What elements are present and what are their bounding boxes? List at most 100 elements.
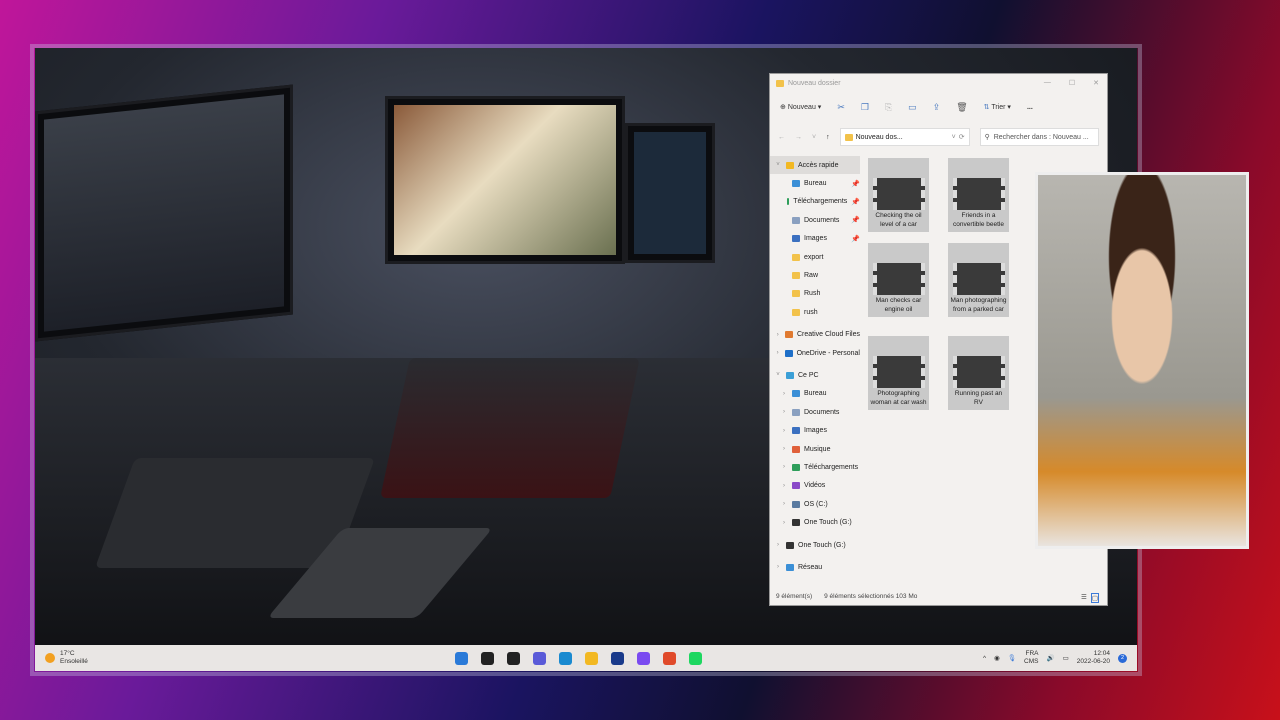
back-icon[interactable]: ← [778, 134, 785, 141]
chevron-right-icon[interactable]: › [780, 446, 788, 452]
video-thumbnail [872, 263, 925, 295]
nav-item[interactable]: export [770, 248, 860, 266]
messenger-icon[interactable] [637, 651, 650, 665]
refresh-icon[interactable]: ⟳ [959, 133, 965, 141]
chevron-right-icon[interactable]: › [780, 483, 788, 489]
nav-label: Documents [804, 408, 840, 416]
mic-icon[interactable]: 🎙 [1008, 654, 1016, 662]
file-tile[interactable]: Man photographing from a parked car [948, 243, 1009, 317]
nav-item[interactable]: › Bureau [770, 385, 860, 403]
nav-item[interactable]: › Images [770, 421, 860, 439]
search-icon[interactable] [481, 651, 494, 665]
weather-widget[interactable]: 17°C Ensoleillé [35, 650, 455, 666]
nav-item[interactable]: › Documents [770, 403, 860, 421]
close-button[interactable]: ✕ [1093, 79, 1099, 87]
navigation-pane[interactable]: ˅ Accès rapide Bureau 📌 Téléchargements 📌 Docu… [770, 156, 860, 591]
delete-icon[interactable]: 🗑 [956, 102, 967, 113]
file-name: Man photographing from a parked car [950, 297, 1007, 313]
up-icon[interactable]: ↑ [826, 134, 830, 141]
file-tile[interactable]: Man checks car engine oil [868, 243, 929, 317]
nav-label: Images [804, 235, 827, 243]
file-tile[interactable]: Photographing woman at car wash [868, 336, 929, 410]
nav-label: One Touch (G:) [798, 541, 846, 549]
tray-overflow-icon[interactable]: ^ [983, 655, 986, 662]
address-bar[interactable]: Nouveau dos... ˅ ⟳ [839, 128, 970, 146]
chevron-right-icon[interactable]: › [780, 520, 788, 526]
window-title: Nouveau dossier [788, 79, 841, 87]
sort-button[interactable]: ⇅ Trier ▾ [984, 103, 1011, 111]
nav-item[interactable]: › OS (C:) [770, 495, 860, 513]
paste-icon[interactable]: ⎘ [885, 102, 892, 113]
store-icon[interactable] [611, 651, 624, 665]
item-count: 9 élément(s) [776, 593, 813, 600]
clock[interactable]: 12:04 2022-06-20 [1077, 650, 1110, 666]
brave-icon[interactable] [663, 651, 676, 665]
spotify-icon[interactable] [689, 651, 702, 665]
nav-item[interactable]: ˅ Ce PC [770, 366, 860, 384]
nav-item[interactable]: Raw [770, 266, 860, 284]
wifi-icon[interactable]: ◉ [994, 654, 1000, 662]
folder-icon [792, 180, 800, 188]
language-indicator[interactable]: FRA CMS [1024, 650, 1038, 666]
start-icon[interactable] [455, 651, 468, 665]
battery-icon[interactable]: ▭ [1063, 654, 1069, 662]
nav-item[interactable]: › Réseau [770, 558, 860, 576]
recent-chevron-icon[interactable]: ˅ [812, 134, 816, 141]
tiles-view-icon[interactable]: ▢ [1090, 593, 1099, 603]
nav-item[interactable]: Rush [770, 285, 860, 303]
chevron-right-icon[interactable]: › [774, 350, 781, 356]
nav-item[interactable]: › Vidéos [770, 477, 860, 495]
nav-item[interactable]: › Téléchargements [770, 458, 860, 476]
nav-item[interactable]: Documents 📌 [770, 211, 860, 229]
chevron-right-icon[interactable]: › [774, 332, 781, 338]
chevron-right-icon[interactable]: › [780, 464, 788, 470]
chevron-down-icon[interactable]: ˅ [774, 372, 782, 378]
chevron-right-icon[interactable]: › [780, 409, 788, 415]
chat-icon[interactable] [533, 651, 546, 665]
cut-icon[interactable]: ✂ [837, 102, 845, 113]
rename-icon[interactable]: ▭ [908, 102, 917, 113]
new-label: Nouveau [787, 104, 816, 111]
nav-item[interactable]: › OneDrive - Personal [770, 344, 860, 362]
time: 12:04 [1093, 650, 1110, 657]
file-tile[interactable]: Checking the oil level of a car [868, 158, 929, 232]
folder-icon [792, 463, 800, 471]
chevron-right-icon[interactable]: › [780, 501, 788, 507]
edge-icon[interactable] [559, 651, 572, 665]
nav-item[interactable]: Téléchargements 📌 [770, 193, 860, 211]
forward-icon[interactable]: → [795, 134, 802, 141]
folder-icon [792, 308, 800, 316]
file-tile[interactable]: Friends in a convertible beetle [948, 158, 1009, 232]
chevron-right-icon[interactable]: › [780, 391, 788, 397]
notification-badge[interactable]: 2 [1118, 653, 1127, 663]
nav-item[interactable]: › Musique [770, 440, 860, 458]
chevron-right-icon[interactable]: › [780, 428, 788, 434]
nav-item[interactable]: Images 📌 [770, 230, 860, 248]
folder-icon [792, 253, 800, 261]
nav-item[interactable]: ˅ Accès rapide [770, 156, 860, 175]
nav-label: Vidéos [804, 482, 826, 490]
search-input[interactable]: ⚲ Rechercher dans : Nouveau ... [979, 128, 1099, 146]
nav-item[interactable]: › One Touch (G:) [770, 513, 860, 531]
chevron-right-icon[interactable]: › [774, 564, 782, 570]
chevron-right-icon[interactable]: › [774, 542, 782, 548]
nav-item[interactable]: › Creative Cloud Files [770, 326, 860, 344]
chevron-down-icon[interactable]: ˅ [774, 162, 782, 168]
copy-icon[interactable]: ❐ [861, 102, 869, 113]
maximize-button[interactable]: ☐ [1069, 79, 1075, 87]
minimize-button[interactable]: — [1044, 79, 1051, 87]
volume-icon[interactable]: 🔊 [1047, 654, 1055, 662]
file-tile[interactable]: Running past an RV [948, 336, 1009, 410]
chevron-down-icon[interactable]: ˅ [952, 134, 956, 141]
new-button[interactable]: ⊕ Nouveau ▾ [780, 103, 821, 111]
details-view-icon[interactable]: ☰ [1081, 593, 1087, 603]
command-bar: ⊕ Nouveau ▾ ✂ ❐ ⎘ ▭ ⇪ 🗑 ⇅ Trier ▾ ... [770, 92, 1107, 122]
nav-item[interactable]: Bureau 📌 [770, 174, 860, 192]
more-button[interactable]: ... [1027, 104, 1033, 111]
task-view-icon[interactable] [507, 651, 520, 665]
nav-item[interactable]: rush [770, 303, 860, 321]
nav-item[interactable]: › One Touch (G:) [770, 536, 860, 554]
file-explorer-icon[interactable] [585, 651, 598, 665]
share-icon[interactable]: ⇪ [933, 102, 941, 113]
video-thumbnail [872, 356, 925, 388]
